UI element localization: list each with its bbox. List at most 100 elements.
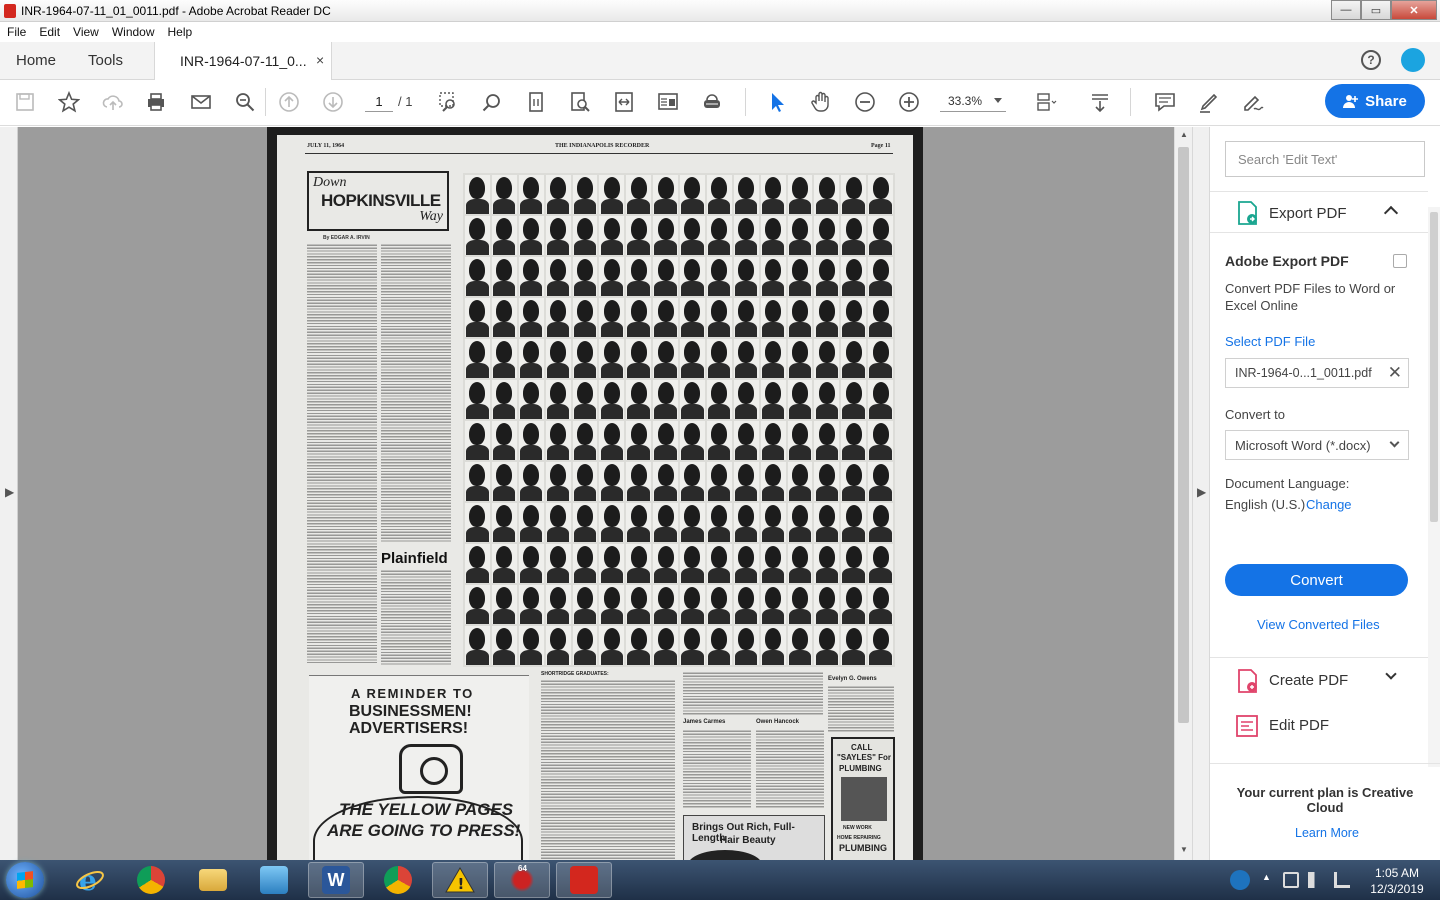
- graduate-portrait: [599, 626, 625, 665]
- select-cursor-icon[interactable]: [765, 90, 789, 114]
- search-tools-input[interactable]: Search 'Edit Text': [1225, 141, 1425, 177]
- comment-icon[interactable]: [1153, 90, 1177, 114]
- obituary-carmes-headline: James Carmes: [683, 719, 726, 725]
- tab-document[interactable]: INR-1964-07-11_0... ×: [154, 42, 332, 81]
- menu-file[interactable]: File: [0, 25, 32, 39]
- graduate-portrait: [465, 257, 490, 296]
- header-paper-name: THE INDIANAPOLIS RECORDER: [555, 143, 650, 149]
- learn-more-link[interactable]: Learn More: [1295, 826, 1359, 840]
- scroll-up-icon[interactable]: ▲: [1180, 130, 1188, 139]
- clear-file-icon[interactable]: ✕: [1388, 363, 1402, 383]
- account-avatar-icon[interactable]: [1401, 48, 1425, 72]
- sign-icon[interactable]: [1241, 90, 1265, 114]
- start-button[interactable]: [6, 862, 44, 898]
- chevron-up-icon[interactable]: [1383, 205, 1399, 221]
- selected-file-field[interactable]: INR-1964-0...1_0011.pdf ✕: [1225, 358, 1409, 388]
- graduate-portrait: [841, 216, 867, 255]
- menu-edit[interactable]: Edit: [32, 25, 66, 39]
- volume-icon[interactable]: [1308, 872, 1324, 888]
- select-pdf-file-link[interactable]: Select PDF File: [1225, 334, 1315, 349]
- chrome-taskbar-icon-2[interactable]: [370, 862, 426, 898]
- graduate-portrait: [599, 339, 625, 378]
- create-pdf-label: Create PDF: [1269, 672, 1349, 689]
- obituary-owens-headline: Evelyn G. Owens: [828, 676, 877, 682]
- chrome-taskbar-icon[interactable]: [123, 862, 179, 898]
- scroll-thumb[interactable]: [1178, 147, 1189, 723]
- media-player-taskbar-icon[interactable]: [246, 862, 302, 898]
- edit-pdf-tool[interactable]: Edit PDF: [1210, 705, 1428, 745]
- graduate-portrait: [491, 626, 517, 665]
- upload-cloud-icon[interactable]: [101, 90, 125, 114]
- graduate-portrait: [572, 216, 598, 255]
- fit-width-icon[interactable]: [612, 90, 636, 114]
- page-header: JULY 11, 1964 THE INDIANAPOLIS RECORDER …: [277, 143, 913, 153]
- action-center-icon[interactable]: [1283, 872, 1299, 888]
- obituary-text-block: [683, 729, 751, 809]
- maximize-button[interactable]: ▭: [1361, 0, 1391, 20]
- bookmark-star-icon[interactable]: [57, 90, 81, 114]
- save-icon[interactable]: [13, 90, 37, 114]
- scroll-down-icon[interactable]: ▼: [1180, 845, 1188, 854]
- network-icon[interactable]: [1334, 872, 1350, 888]
- convert-button[interactable]: Convert: [1225, 564, 1408, 596]
- acrobat-taskbar-icon[interactable]: [556, 862, 612, 898]
- help-tray-icon[interactable]: [1230, 870, 1250, 890]
- warning-app-taskbar-icon[interactable]: !: [432, 862, 488, 898]
- marquee-zoom-icon[interactable]: [437, 90, 461, 114]
- convert-format-select[interactable]: Microsoft Word (*.docx): [1225, 430, 1409, 460]
- change-language-link[interactable]: Change: [1306, 497, 1352, 512]
- left-panel-toggle[interactable]: ▶: [0, 127, 18, 860]
- email-icon[interactable]: [189, 90, 213, 114]
- tools-pane-scrollbar[interactable]: [1428, 207, 1440, 767]
- next-page-icon[interactable]: [321, 90, 345, 114]
- menu-view[interactable]: View: [66, 25, 105, 39]
- document-view[interactable]: ▶ JULY 11, 1964 THE INDIANAPOLIS RECORDE…: [0, 127, 1192, 860]
- tab-home[interactable]: Home: [16, 52, 56, 69]
- internet-explorer-taskbar-icon[interactable]: e: [62, 862, 118, 898]
- print-icon[interactable]: [144, 90, 168, 114]
- graduate-portrait: [787, 462, 813, 501]
- document-scrollbar[interactable]: ▲ ▼: [1174, 127, 1192, 860]
- scanner-icon[interactable]: [700, 90, 724, 114]
- read-mode-icon[interactable]: [656, 90, 680, 114]
- menu-help[interactable]: Help: [161, 25, 199, 39]
- bug-app-taskbar-icon[interactable]: 64: [494, 862, 550, 898]
- help-icon[interactable]: ?: [1361, 50, 1381, 70]
- minimize-button[interactable]: —: [1331, 0, 1361, 20]
- word-taskbar-icon[interactable]: W: [308, 862, 364, 898]
- zoom-in-icon[interactable]: [897, 90, 921, 114]
- graduate-portrait: [626, 544, 652, 583]
- zoom-out-icon[interactable]: [853, 90, 877, 114]
- tab-close-icon[interactable]: ×: [316, 52, 324, 68]
- adobe-export-title: Adobe Export PDF: [1225, 253, 1349, 269]
- chevron-down-icon[interactable]: [1385, 668, 1397, 680]
- copy-icon[interactable]: [1393, 254, 1407, 268]
- graduate-portrait: [491, 380, 517, 419]
- clock[interactable]: 1:05 AM 12/3/2019: [1362, 865, 1432, 897]
- find-in-page-icon[interactable]: [568, 90, 592, 114]
- right-panel-toggle[interactable]: ▶: [1192, 127, 1210, 860]
- share-button[interactable]: Share: [1325, 84, 1425, 118]
- hand-tool-icon[interactable]: [809, 90, 833, 114]
- previous-page-icon[interactable]: [277, 90, 301, 114]
- zoom-level-select[interactable]: 33.3%: [940, 92, 1006, 112]
- tab-tools[interactable]: Tools: [88, 52, 123, 69]
- fit-page-icon[interactable]: [524, 90, 548, 114]
- show-hidden-icons-icon[interactable]: ▲: [1262, 872, 1278, 888]
- menu-window[interactable]: Window: [105, 25, 161, 39]
- yellow-pages-ad: A REMINDER TO BUSINESSMEN! ADVERTISERS! …: [309, 675, 529, 860]
- page-number-input[interactable]: 1: [365, 92, 393, 112]
- file-explorer-taskbar-icon[interactable]: [185, 862, 241, 898]
- close-window-button[interactable]: ✕: [1391, 0, 1437, 20]
- view-converted-files-link[interactable]: View Converted Files: [1257, 617, 1380, 632]
- create-pdf-tool[interactable]: Create PDF: [1210, 657, 1428, 701]
- dynamic-zoom-icon[interactable]: [480, 90, 504, 114]
- graduate-portrait: [626, 585, 652, 624]
- page-display-icon[interactable]: [1034, 90, 1058, 114]
- highlight-pen-icon[interactable]: [1197, 90, 1221, 114]
- graduate-portrait: [465, 585, 490, 624]
- search-zoom-icon[interactable]: [233, 90, 257, 114]
- scroll-mode-icon[interactable]: [1088, 90, 1112, 114]
- graduate-portrait: [572, 585, 598, 624]
- export-pdf-header[interactable]: Export PDF: [1210, 191, 1428, 233]
